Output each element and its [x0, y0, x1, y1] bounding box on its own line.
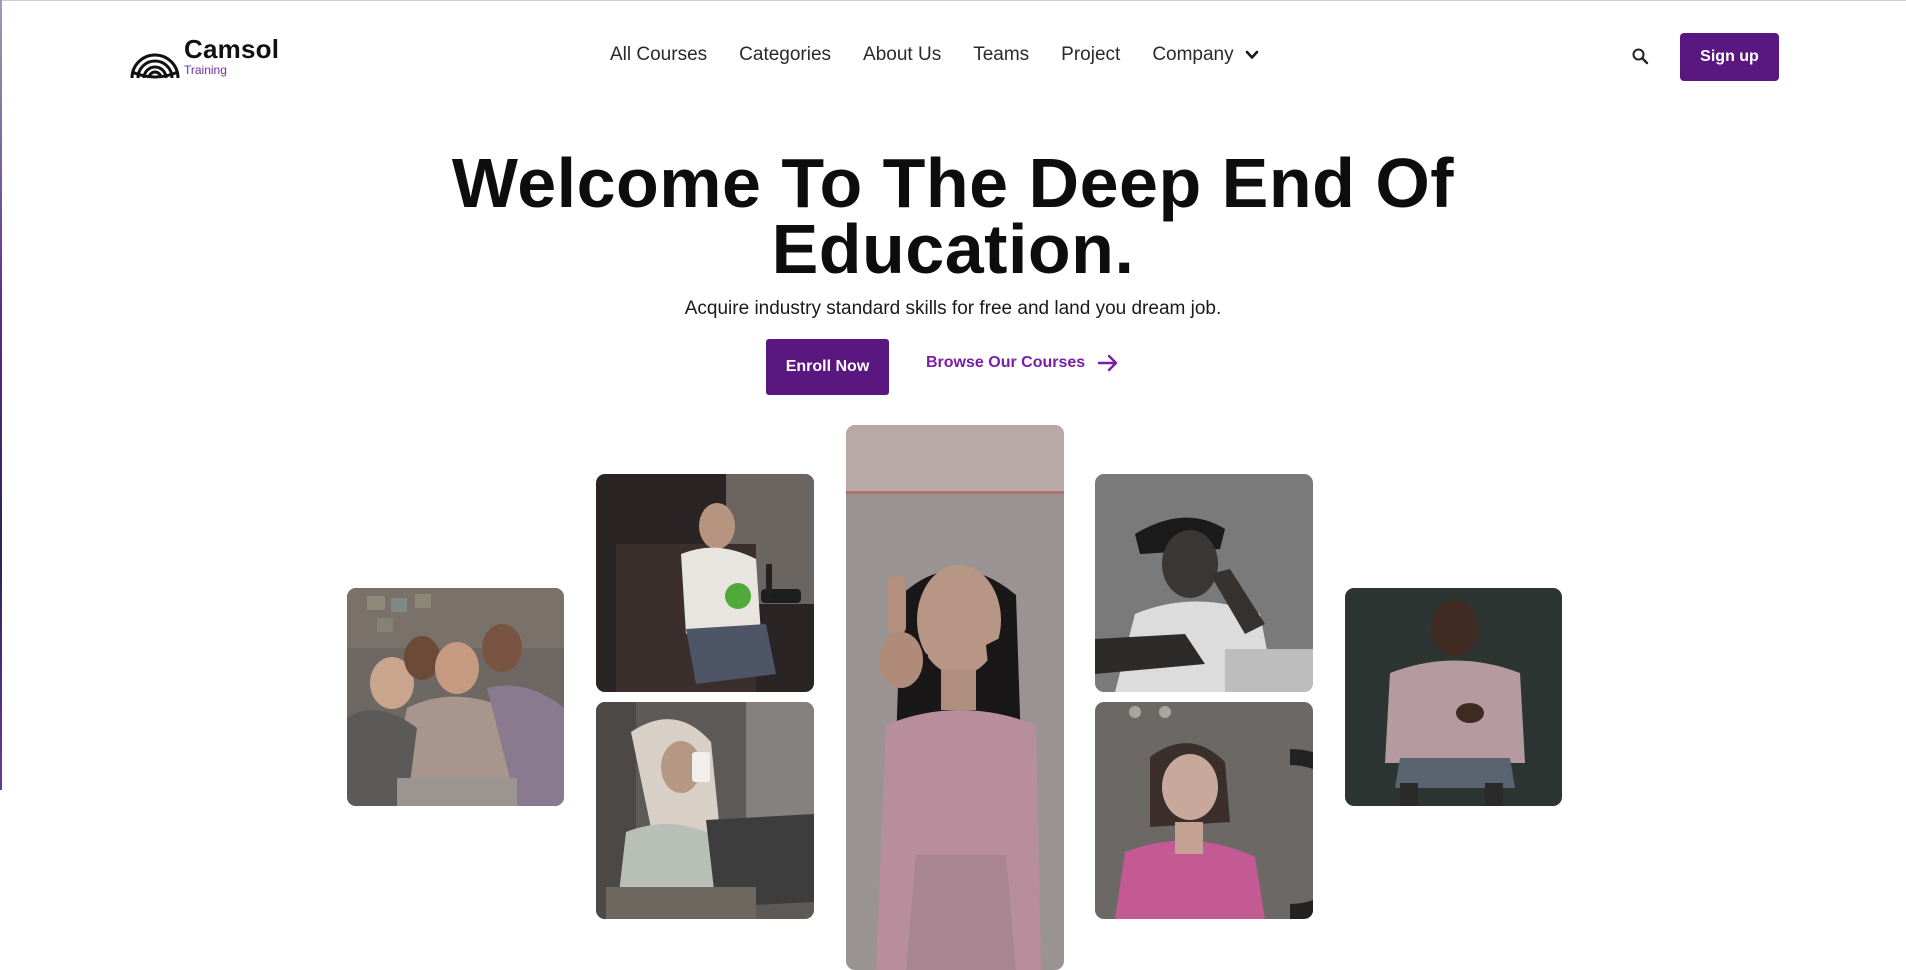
- main-nav: All Courses Categories About Us Teams Pr…: [610, 44, 1292, 66]
- signup-button[interactable]: Sign up: [1680, 33, 1779, 81]
- enroll-now-button[interactable]: Enroll Now: [766, 339, 889, 395]
- photo-woman-pointing: [846, 425, 1064, 970]
- nav-company[interactable]: Company: [1152, 44, 1259, 66]
- browse-courses-label: Browse Our Courses: [926, 354, 1086, 371]
- photo-woman-ring-light: [1095, 702, 1313, 919]
- hero-subtitle: Acquire industry standard skills for fre…: [684, 298, 1222, 319]
- window-edge: [0, 0, 2, 790]
- photo-woman-hijab: [596, 702, 814, 919]
- photo-man-armchair: [596, 474, 814, 692]
- nav-all-courses[interactable]: All Courses: [610, 44, 707, 66]
- brand-subtitle: Training: [184, 63, 227, 77]
- hero-title-line2: Education.: [771, 210, 1135, 288]
- nav-company-label: Company: [1152, 44, 1234, 65]
- arrow-right-icon: [1097, 354, 1118, 372]
- hero-title: Welcome To The Deep End Of Education.: [0, 148, 1906, 284]
- search-icon: [1632, 48, 1649, 65]
- logo[interactable]: Camsol Training: [128, 32, 279, 80]
- nav-teams[interactable]: Teams: [973, 44, 1029, 66]
- logo-icon: [128, 32, 182, 80]
- nav-categories[interactable]: Categories: [739, 44, 831, 66]
- nav-about-us[interactable]: About Us: [863, 44, 941, 66]
- photo-man-gesturing: [1345, 588, 1562, 806]
- top-border: [0, 0, 1906, 1]
- photo-man-thinking: [1095, 474, 1313, 692]
- chevron-down-icon: [1245, 50, 1258, 59]
- nav-project[interactable]: Project: [1061, 44, 1120, 66]
- brand-name: Camsol: [184, 34, 280, 64]
- search-button[interactable]: [1630, 46, 1652, 68]
- photo-group-laptop: [347, 588, 564, 806]
- browse-courses-link[interactable]: Browse Our Courses: [926, 354, 1119, 372]
